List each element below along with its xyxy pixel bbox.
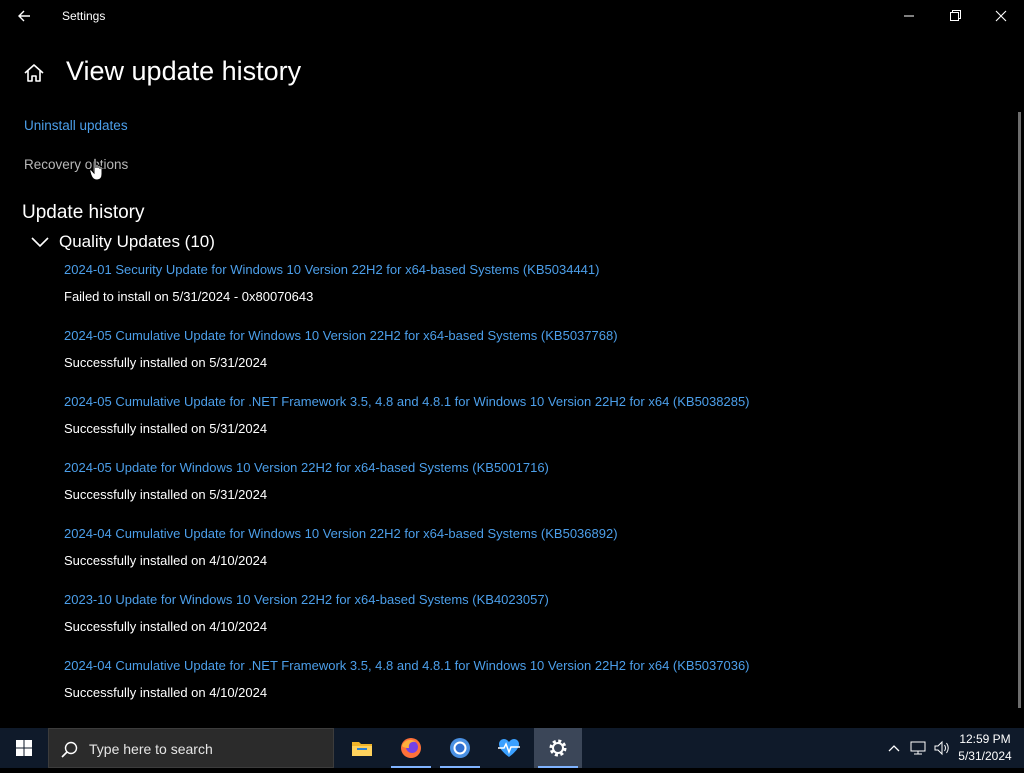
start-button[interactable]	[0, 728, 48, 768]
update-item: 2024-04 Cumulative Update for Windows 10…	[64, 526, 1004, 592]
network-icon[interactable]	[908, 738, 928, 758]
update-title-link[interactable]: 2024-04 Cumulative Update for .NET Frame…	[64, 658, 750, 673]
window-title: Settings	[62, 9, 106, 23]
taskbar-search-box[interactable]: Type here to search	[48, 728, 334, 768]
back-arrow-icon	[18, 10, 30, 22]
file-explorer-button[interactable]	[338, 728, 386, 768]
settings-button[interactable]	[534, 728, 582, 768]
update-item: 2024-05 Cumulative Update for .NET Frame…	[64, 394, 1004, 460]
update-list: 2024-01 Security Update for Windows 10 V…	[64, 262, 1004, 724]
close-icon	[995, 10, 1007, 22]
show-hidden-icons-chevron-icon[interactable]	[884, 738, 904, 758]
update-status: Successfully installed on 5/31/2024	[64, 355, 268, 370]
uninstall-updates-link[interactable]: Uninstall updates	[24, 118, 128, 133]
chevron-down-icon	[31, 237, 49, 248]
update-status: Successfully installed on 4/10/2024	[64, 619, 268, 634]
update-title-link[interactable]: 2024-01 Security Update for Windows 10 V…	[64, 262, 599, 277]
search-placeholder: Type here to search	[89, 741, 213, 757]
update-status: Failed to install on 5/31/2024 - 0x80070…	[64, 289, 314, 304]
update-status: Successfully installed on 4/10/2024	[64, 685, 268, 700]
hand-cursor-icon	[89, 157, 103, 181]
taskbar: Type here to search 12:59 PM 5/31/2024	[0, 728, 1024, 768]
minimize-icon	[904, 15, 914, 17]
search-icon	[61, 741, 78, 758]
chrome-button[interactable]	[436, 728, 484, 768]
update-title-link[interactable]: 2024-05 Cumulative Update for .NET Frame…	[64, 394, 750, 409]
update-item: 2024-05 Update for Windows 10 Version 22…	[64, 460, 1004, 526]
update-status: Successfully installed on 5/31/2024	[64, 487, 268, 502]
clock-time[interactable]: 12:59 PM	[950, 732, 1020, 746]
update-item: 2024-05 Cumulative Update for Windows 10…	[64, 328, 1004, 394]
update-title-link[interactable]: 2024-04 Cumulative Update for Windows 10…	[64, 526, 618, 541]
volume-icon[interactable]	[932, 738, 952, 758]
update-item: 2024-01 Security Update for Windows 10 V…	[64, 262, 1004, 328]
quality-updates-label: Quality Updates (10)	[59, 232, 215, 251]
recovery-options-link[interactable]: Recovery options	[24, 157, 128, 172]
home-button[interactable]	[22, 61, 46, 85]
restore-icon	[950, 10, 961, 21]
update-status: Successfully installed on 4/10/2024	[64, 553, 268, 568]
close-button[interactable]	[978, 0, 1024, 32]
update-item: 2023-10 Update for Windows 10 Version 22…	[64, 592, 1004, 658]
windows-logo-icon	[16, 740, 32, 756]
chrome-icon	[450, 738, 470, 758]
file-explorer-icon	[352, 742, 372, 756]
page-title: View update history	[66, 56, 302, 86]
clock-date[interactable]: 5/31/2024	[950, 749, 1020, 763]
health-app-button[interactable]	[485, 728, 533, 768]
firefox-button[interactable]	[387, 728, 435, 768]
update-title-link[interactable]: 2024-05 Cumulative Update for Windows 10…	[64, 328, 618, 343]
health-icon	[498, 739, 520, 757]
settings-icon	[549, 739, 567, 757]
update-item: 2024-04 Cumulative Update for .NET Frame…	[64, 658, 1004, 724]
home-icon	[24, 64, 44, 82]
update-title-link[interactable]: 2024-05 Update for Windows 10 Version 22…	[64, 460, 549, 475]
scrollbar[interactable]	[1018, 112, 1021, 708]
title-bar: Settings	[0, 0, 1024, 32]
back-button[interactable]	[10, 6, 38, 26]
firefox-icon	[401, 738, 421, 758]
update-title-link[interactable]: 2023-10 Update for Windows 10 Version 22…	[64, 592, 549, 607]
restore-button[interactable]	[932, 0, 978, 32]
minimize-button[interactable]	[886, 0, 932, 32]
update-status: Successfully installed on 5/31/2024	[64, 421, 268, 436]
update-history-heading: Update history	[22, 202, 145, 223]
